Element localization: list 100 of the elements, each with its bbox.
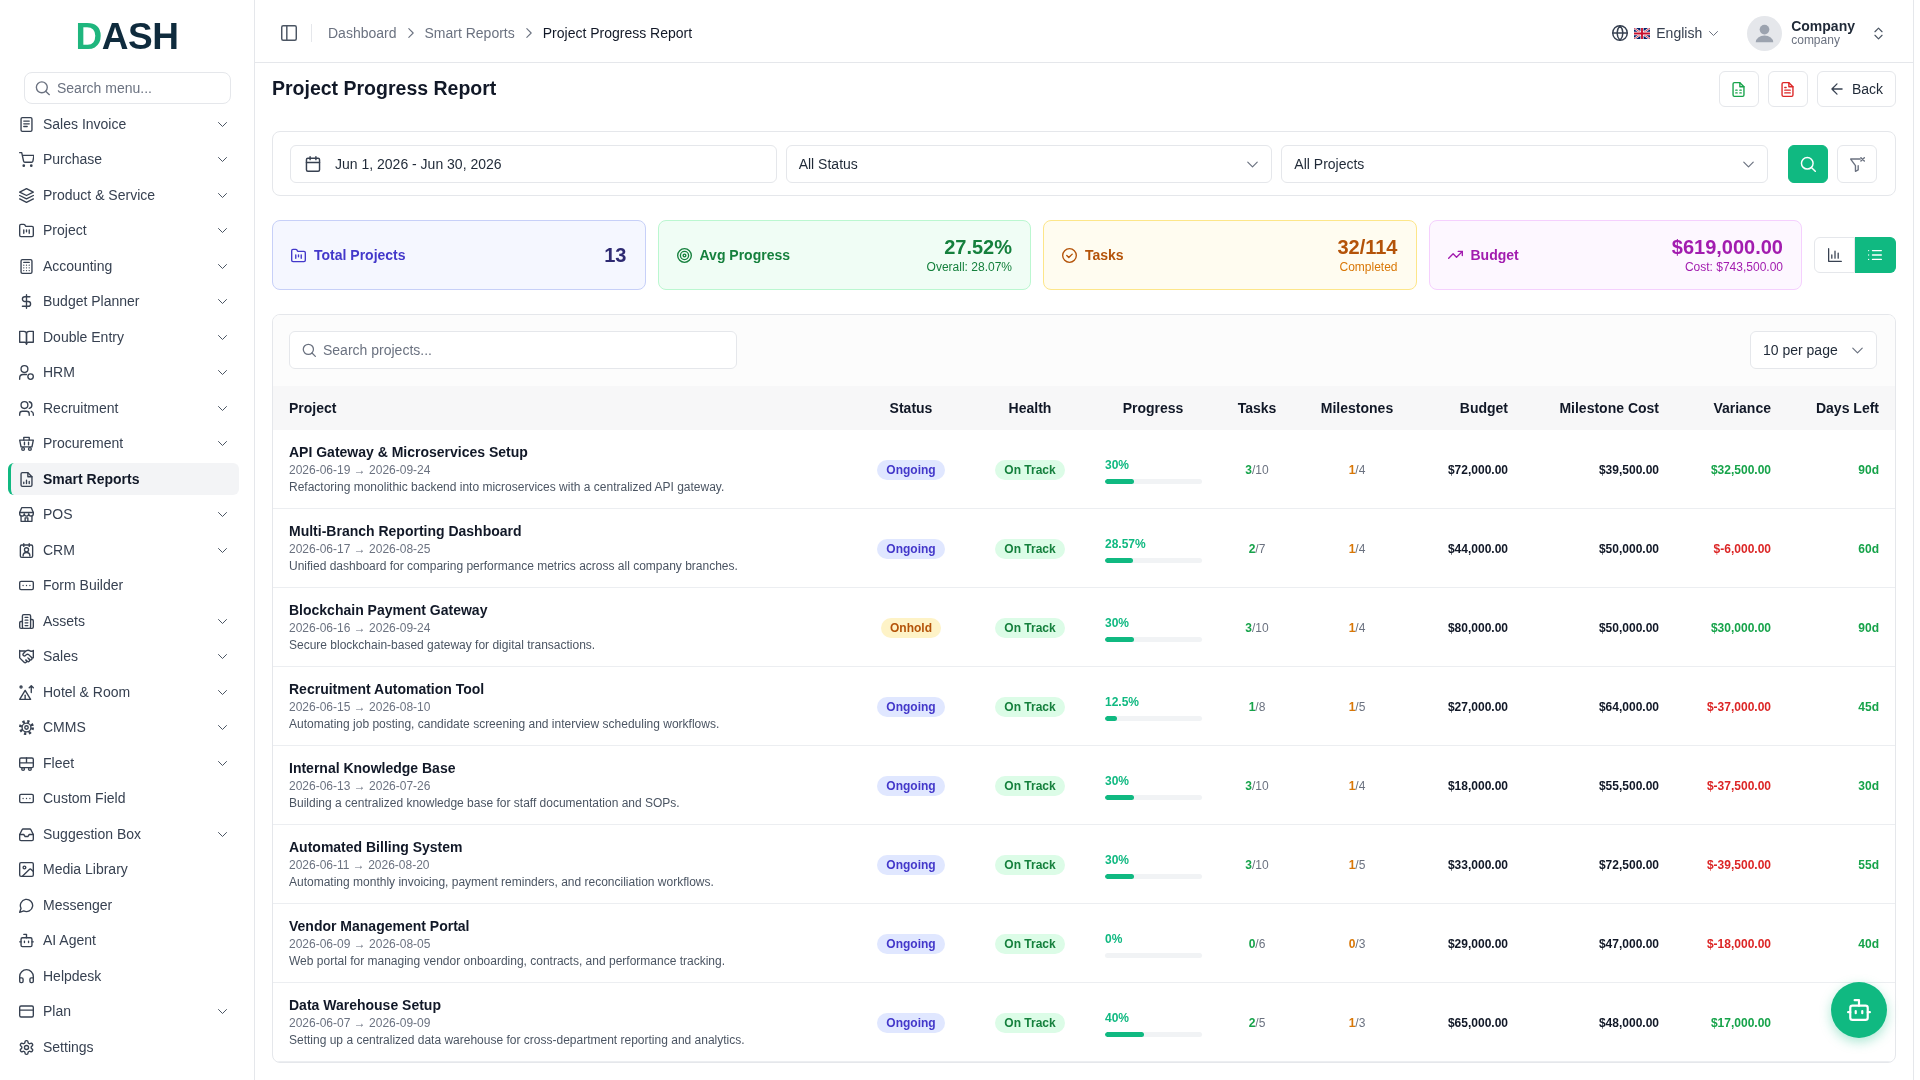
sidebar-item[interactable]: HRM [8, 356, 239, 389]
sidebar-item[interactable]: Assets [8, 605, 239, 637]
sidebar-item[interactable]: Budget Planner [8, 285, 239, 318]
status-select[interactable]: All Status [785, 145, 1273, 183]
breadcrumb-link[interactable]: Dashboard [328, 22, 397, 44]
form-field-icon [19, 578, 34, 593]
store-icon [19, 507, 34, 522]
arrow-left-icon [1829, 82, 1844, 96]
language-selector[interactable]: English [1612, 22, 1720, 44]
back-button[interactable]: Back [1816, 71, 1896, 107]
stat-value: 27.52% [944, 235, 1012, 259]
sidebar-toggle-icon[interactable] [281, 25, 297, 41]
project-description: Building a centralized knowledge base for staff documentation and SOPs. [289, 795, 681, 812]
column-header: Health [1008, 399, 1052, 416]
project-search-field[interactable]: Search projects... [289, 331, 737, 369]
budget-amount: $18,000.00 [1447, 778, 1508, 793]
stat-note: Overall: 28.07% [926, 259, 1012, 275]
variance-amount: $30,000.00 [1710, 620, 1771, 635]
chart-view-button[interactable] [1814, 237, 1855, 273]
chevron-up-down-icon[interactable] [1872, 26, 1885, 40]
user-icon [19, 365, 34, 380]
breadcrumb-link[interactable]: Project Progress Report [542, 22, 693, 44]
milestone-cost-amount: $39,500.00 [1598, 462, 1659, 477]
sidebar-item[interactable]: POS [8, 498, 239, 531]
document-icon [1780, 81, 1796, 97]
status-badge: Ongoing [877, 696, 945, 717]
sidebar-item[interactable]: Sales Invoice [8, 108, 239, 140]
breadcrumb-link[interactable]: Smart Reports [424, 22, 515, 44]
receipt-icon [19, 116, 34, 132]
project-dates: 2026-06-16 → 2026-09-24 [289, 620, 432, 637]
milestone-cost-amount: $64,000.00 [1598, 699, 1659, 714]
budget-amount: $33,000.00 [1447, 857, 1508, 872]
sidebar-item[interactable]: Double Entry [8, 321, 239, 353]
days-left: 90d [1858, 462, 1879, 477]
project-select[interactable]: All Projects [1281, 145, 1768, 183]
sidebar-item[interactable]: AI Agent [8, 924, 239, 957]
sidebar-item[interactable]: CRM [8, 534, 239, 566]
logo: DASH [75, 17, 179, 55]
sidebar-item[interactable]: Hotel & Room [8, 676, 239, 708]
sidebar-item[interactable]: Accounting [8, 250, 239, 282]
chevron-down-icon [217, 367, 228, 378]
column-header: Milestone Cost [1559, 399, 1659, 416]
sidebar-item[interactable]: Product & Service [8, 179, 239, 211]
sidebar-item[interactable]: Purchase [8, 143, 239, 176]
sidebar-item[interactable]: Project [8, 214, 239, 247]
column-header: Project [289, 399, 337, 416]
sidebar-item[interactable]: Sales [8, 640, 239, 673]
chevron-down-icon [217, 651, 228, 662]
sidebar-item[interactable]: Fleet [8, 747, 239, 779]
sidebar-item[interactable]: Form Builder [8, 569, 239, 602]
health-badge: On Track [995, 854, 1065, 875]
days-left: 60d [1858, 541, 1879, 556]
status-badge: Ongoing [877, 538, 945, 559]
sidebar-item[interactable]: Suggestion Box [8, 818, 239, 850]
stat-label: Avg Progress [699, 245, 790, 265]
sidebar-item[interactable]: Media Library [8, 853, 239, 886]
milestone-count: 1/4 [1348, 778, 1366, 793]
search-button[interactable] [1788, 145, 1828, 183]
milestone-count: 1/4 [1348, 620, 1366, 635]
column-header: Variance [1713, 399, 1771, 416]
task-count: 2/7 [1248, 541, 1266, 556]
task-count: 2/5 [1248, 1015, 1266, 1030]
export-pdf-button[interactable] [1767, 71, 1808, 107]
date-range-field[interactable]: Jun 1, 2026 - Jun 30, 2026 [290, 145, 777, 183]
menu-search-field[interactable]: Search menu... [24, 72, 231, 104]
robot-icon [19, 933, 34, 948]
milestone-count: 1/4 [1348, 462, 1366, 477]
sidebar-item[interactable]: Recruitment [8, 392, 239, 424]
budget-amount: $27,000.00 [1447, 699, 1508, 714]
variance-amount: $17,000.00 [1710, 1015, 1771, 1030]
bus-icon [19, 755, 34, 771]
sidebar-item[interactable]: Plan [8, 995, 239, 1028]
project-description: Secure blockchain-based gateway for digital transactions. [289, 637, 597, 654]
export-excel-button[interactable] [1718, 71, 1759, 107]
sidebar-item[interactable]: Custom Field [8, 782, 239, 815]
folder-icon [291, 247, 306, 263]
sidebar-item[interactable]: Settings [8, 1031, 239, 1063]
cart-icon [19, 152, 34, 167]
column-header: Milestones [1320, 399, 1394, 416]
sidebar-item[interactable]: Helpdesk [8, 960, 239, 992]
progress-label: 30% [1105, 853, 1130, 868]
flag-icon [1634, 27, 1651, 39]
floating-action-button[interactable] [1831, 982, 1887, 1038]
headphones-icon [19, 968, 34, 984]
clear-filter-button[interactable] [1837, 145, 1877, 183]
sidebar-item[interactable]: Messenger [8, 889, 239, 921]
budget-amount: $44,000.00 [1447, 541, 1508, 556]
per-page-select[interactable]: 10 per page [1750, 331, 1877, 369]
sidebar-item[interactable]: CMMS [8, 711, 239, 744]
book-icon [19, 329, 34, 345]
task-count: 3/10 [1245, 620, 1269, 635]
contact-icon [19, 542, 34, 558]
sidebar-item[interactable]: Smart Reports [8, 463, 239, 495]
project-dates: 2026-06-19 → 2026-09-24 [289, 462, 432, 479]
project-name: Internal Knowledge Base [289, 759, 457, 778]
sidebar-item[interactable]: Procurement [8, 427, 239, 460]
budget-amount: $29,000.00 [1447, 936, 1508, 951]
project-name: Blockchain Payment Gateway [289, 601, 489, 620]
column-header: Progress [1122, 399, 1184, 416]
budget-amount: $72,000.00 [1447, 462, 1508, 477]
